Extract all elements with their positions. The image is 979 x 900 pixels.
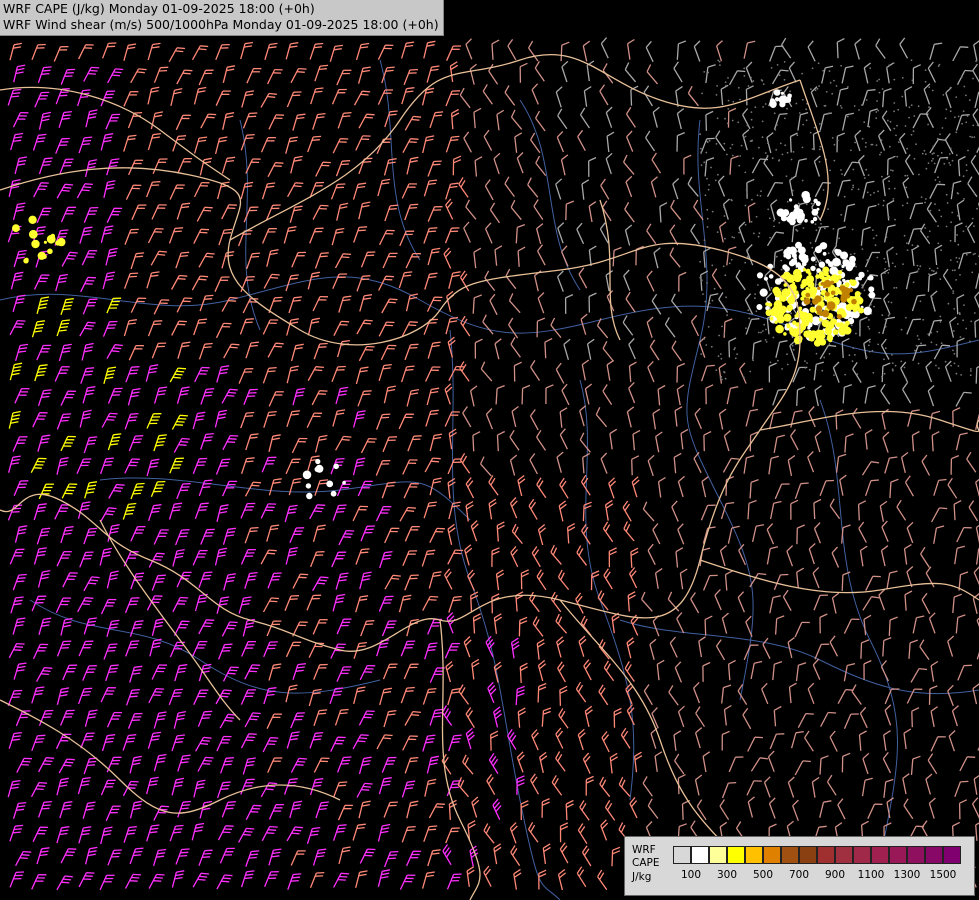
cape-legend: WRF CAPE J/kg 100 300 500 700 900 1100 1300 150… — [624, 836, 975, 896]
legend-swatch — [799, 846, 817, 864]
title-line-cape: WRF CAPE (J/kg) Monday 01-09-2025 18:00 … — [3, 1, 315, 16]
legend-label-wrf: WRF — [632, 844, 656, 856]
title-line-shear: WRF Wind shear (m/s) 500/1000hPa Monday … — [3, 17, 439, 32]
legend-tick-label: 900 — [824, 869, 846, 881]
legend-swatch — [691, 846, 709, 864]
legend-tick-label: 500 — [752, 869, 774, 881]
legend-tick-label: 1500 — [929, 869, 957, 881]
legend-tick-label: 300 — [716, 869, 738, 881]
legend-label-unit: J/kg — [632, 871, 652, 883]
legend-swatch — [781, 846, 799, 864]
legend-swatch — [853, 846, 871, 864]
legend-swatch — [871, 846, 889, 864]
legend-swatch — [943, 846, 961, 864]
legend-swatch — [709, 846, 727, 864]
legend-tick-label: 100 — [680, 869, 702, 881]
legend-tick-label: 1100 — [857, 869, 885, 881]
legend-tick-label: 1300 — [893, 869, 921, 881]
weather-map — [0, 0, 979, 900]
legend-swatch — [673, 846, 691, 864]
legend-swatch — [745, 846, 763, 864]
legend-swatch — [763, 846, 781, 864]
legend-label-cape: CAPE — [632, 857, 660, 869]
legend-swatch — [889, 846, 907, 864]
legend-swatch — [835, 846, 853, 864]
map-title-box: WRF CAPE (J/kg) Monday 01-09-2025 18:00 … — [0, 0, 444, 36]
legend-tick-label: 700 — [788, 869, 810, 881]
legend-swatch — [925, 846, 943, 864]
legend-swatch — [817, 846, 835, 864]
legend-swatch — [727, 846, 745, 864]
legend-swatch — [907, 846, 925, 864]
